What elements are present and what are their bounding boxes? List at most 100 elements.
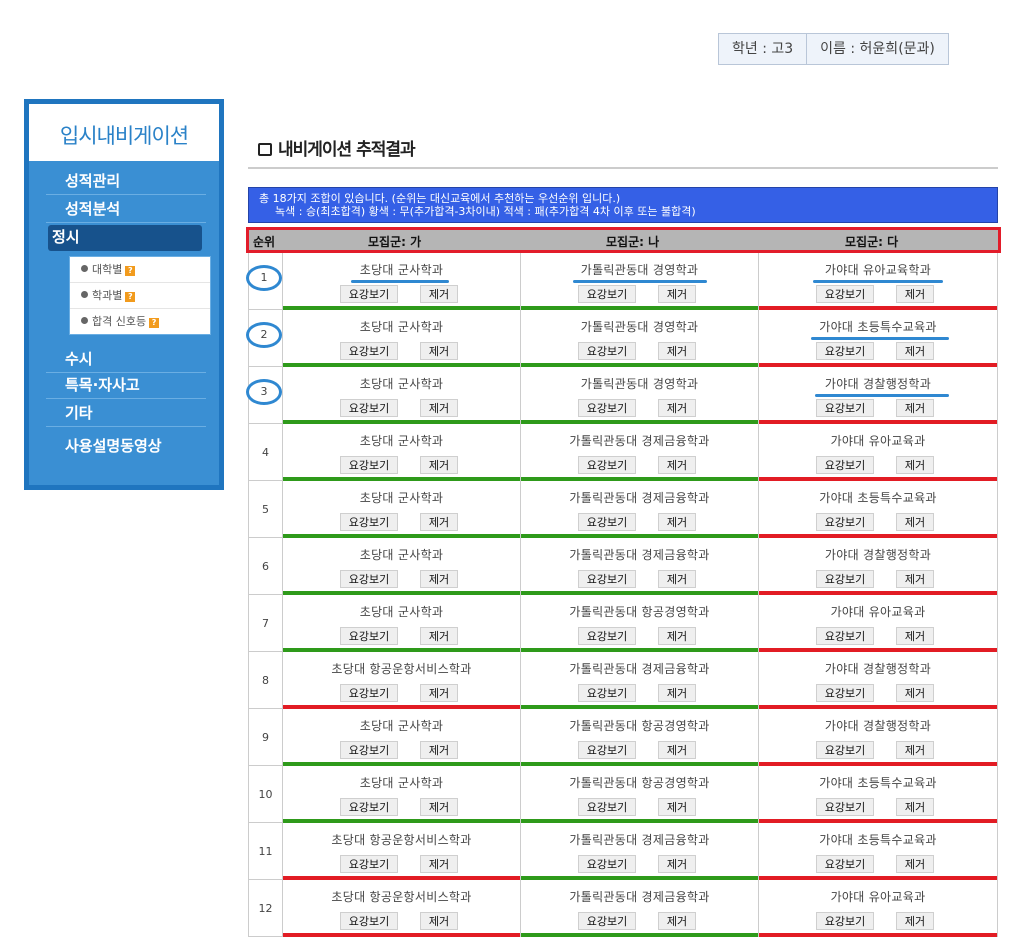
- sidebar-item-tutorial-video[interactable]: 사용설명동영상: [46, 434, 206, 460]
- view-guide-button[interactable]: 요강보기: [578, 741, 636, 759]
- view-guide-button[interactable]: 요강보기: [578, 798, 636, 816]
- sidebar-item-susi[interactable]: 수시: [46, 347, 206, 373]
- department-cell: 가야대 유아교육과 요강보기 제거: [759, 424, 997, 481]
- view-guide-button[interactable]: 요강보기: [816, 798, 874, 816]
- remove-button[interactable]: 제거: [658, 570, 696, 588]
- sidebar-item-score-analysis[interactable]: 성적분석: [46, 197, 206, 223]
- remove-button[interactable]: 제거: [420, 627, 458, 645]
- remove-button[interactable]: 제거: [420, 285, 458, 303]
- remove-button[interactable]: 제거: [658, 684, 696, 702]
- remove-button[interactable]: 제거: [658, 627, 696, 645]
- remove-button[interactable]: 제거: [896, 513, 934, 531]
- submenu-item-by-department[interactable]: 학과별?: [70, 283, 210, 309]
- remove-button[interactable]: 제거: [420, 855, 458, 873]
- view-guide-button[interactable]: 요강보기: [578, 627, 636, 645]
- remove-button[interactable]: 제거: [658, 342, 696, 360]
- department-name: 가톨릭관동대 경제금융학과: [569, 548, 710, 562]
- remove-button[interactable]: 제거: [420, 684, 458, 702]
- red-status-bar: [759, 933, 997, 937]
- sidebar-item-jeongsi[interactable]: 정시: [48, 225, 202, 251]
- remove-button[interactable]: 제거: [420, 570, 458, 588]
- view-guide-button[interactable]: 요강보기: [340, 912, 398, 930]
- sidebar-item-etc[interactable]: 기타: [46, 401, 206, 427]
- view-guide-button[interactable]: 요강보기: [578, 399, 636, 417]
- view-guide-button[interactable]: 요강보기: [340, 855, 398, 873]
- view-guide-button[interactable]: 요강보기: [816, 285, 874, 303]
- view-guide-button[interactable]: 요강보기: [578, 855, 636, 873]
- remove-button[interactable]: 제거: [658, 741, 696, 759]
- view-guide-button[interactable]: 요강보기: [340, 741, 398, 759]
- sidebar-item-score-management[interactable]: 성적관리: [46, 169, 206, 195]
- table-row: 9 초당대 군사학과 요강보기 제거 가톨릭관동대 항공경영학과 요강보기 제거 가야대 경찰…: [249, 709, 997, 766]
- view-guide-button[interactable]: 요강보기: [578, 285, 636, 303]
- view-guide-button[interactable]: 요강보기: [816, 855, 874, 873]
- department-cell: 초당대 항공운항서비스학과 요강보기 제거: [283, 880, 521, 937]
- remove-button[interactable]: 제거: [896, 570, 934, 588]
- remove-button[interactable]: 제거: [896, 684, 934, 702]
- view-guide-button[interactable]: 요강보기: [578, 570, 636, 588]
- highlight-underline: [815, 394, 949, 397]
- remove-button[interactable]: 제거: [896, 912, 934, 930]
- remove-button[interactable]: 제거: [420, 912, 458, 930]
- view-guide-button[interactable]: 요강보기: [816, 627, 874, 645]
- remove-button[interactable]: 제거: [658, 798, 696, 816]
- sidebar-item-special-schools[interactable]: 특목·자사고: [46, 373, 206, 399]
- view-guide-button[interactable]: 요강보기: [816, 513, 874, 531]
- view-guide-button[interactable]: 요강보기: [816, 741, 874, 759]
- remove-button[interactable]: 제거: [896, 627, 934, 645]
- view-guide-button[interactable]: 요강보기: [816, 912, 874, 930]
- view-guide-button[interactable]: 요강보기: [578, 684, 636, 702]
- rank-cell: 8: [249, 652, 283, 709]
- help-icon[interactable]: ?: [125, 292, 136, 302]
- remove-button[interactable]: 제거: [420, 798, 458, 816]
- department-name: 가야대 유아교육과: [830, 890, 926, 904]
- view-guide-button[interactable]: 요강보기: [340, 285, 398, 303]
- table-header: 순위 모집군: 가 모집군: 나 모집군: 다: [246, 227, 1001, 253]
- remove-button[interactable]: 제거: [658, 855, 696, 873]
- department-cell: 초당대 군사학과 요강보기 제거: [283, 310, 521, 367]
- remove-button[interactable]: 제거: [896, 741, 934, 759]
- view-guide-button[interactable]: 요강보기: [340, 456, 398, 474]
- remove-button[interactable]: 제거: [896, 456, 934, 474]
- view-guide-button[interactable]: 요강보기: [816, 342, 874, 360]
- view-guide-button[interactable]: 요강보기: [816, 570, 874, 588]
- remove-button[interactable]: 제거: [896, 342, 934, 360]
- remove-button[interactable]: 제거: [420, 741, 458, 759]
- view-guide-button[interactable]: 요강보기: [578, 513, 636, 531]
- remove-button[interactable]: 제거: [420, 513, 458, 531]
- view-guide-button[interactable]: 요강보기: [340, 399, 398, 417]
- remove-button[interactable]: 제거: [896, 399, 934, 417]
- submenu-item-by-university[interactable]: 대학별?: [70, 257, 210, 283]
- remove-button[interactable]: 제거: [658, 456, 696, 474]
- view-guide-button[interactable]: 요강보기: [340, 684, 398, 702]
- view-guide-button[interactable]: 요강보기: [578, 342, 636, 360]
- remove-button[interactable]: 제거: [420, 399, 458, 417]
- view-guide-button[interactable]: 요강보기: [578, 456, 636, 474]
- help-icon[interactable]: ?: [125, 266, 136, 276]
- department-name: 가야대 경찰행정학과: [824, 719, 932, 733]
- department-cell: 가야대 유아교육과 요강보기 제거: [759, 595, 997, 652]
- sidebar-title[interactable]: 입시내비게이션: [29, 104, 219, 161]
- view-guide-button[interactable]: 요강보기: [816, 456, 874, 474]
- remove-button[interactable]: 제거: [658, 285, 696, 303]
- view-guide-button[interactable]: 요강보기: [816, 684, 874, 702]
- view-guide-button[interactable]: 요강보기: [578, 912, 636, 930]
- remove-button[interactable]: 제거: [896, 855, 934, 873]
- view-guide-button[interactable]: 요강보기: [340, 570, 398, 588]
- remove-button[interactable]: 제거: [420, 456, 458, 474]
- help-icon[interactable]: ?: [149, 318, 160, 328]
- remove-button[interactable]: 제거: [658, 399, 696, 417]
- department-cell: 가야대 초등특수교육과 요강보기 제거: [759, 310, 997, 367]
- submenu-item-admission-signal[interactable]: 합격 신호등?: [70, 309, 210, 335]
- remove-button[interactable]: 제거: [420, 342, 458, 360]
- remove-button[interactable]: 제거: [896, 285, 934, 303]
- view-guide-button[interactable]: 요강보기: [340, 798, 398, 816]
- department-cell: 가톨릭관동대 항공경영학과 요강보기 제거: [521, 709, 759, 766]
- view-guide-button[interactable]: 요강보기: [340, 342, 398, 360]
- remove-button[interactable]: 제거: [658, 513, 696, 531]
- remove-button[interactable]: 제거: [658, 912, 696, 930]
- remove-button[interactable]: 제거: [896, 798, 934, 816]
- view-guide-button[interactable]: 요강보기: [340, 627, 398, 645]
- view-guide-button[interactable]: 요강보기: [816, 399, 874, 417]
- view-guide-button[interactable]: 요강보기: [340, 513, 398, 531]
